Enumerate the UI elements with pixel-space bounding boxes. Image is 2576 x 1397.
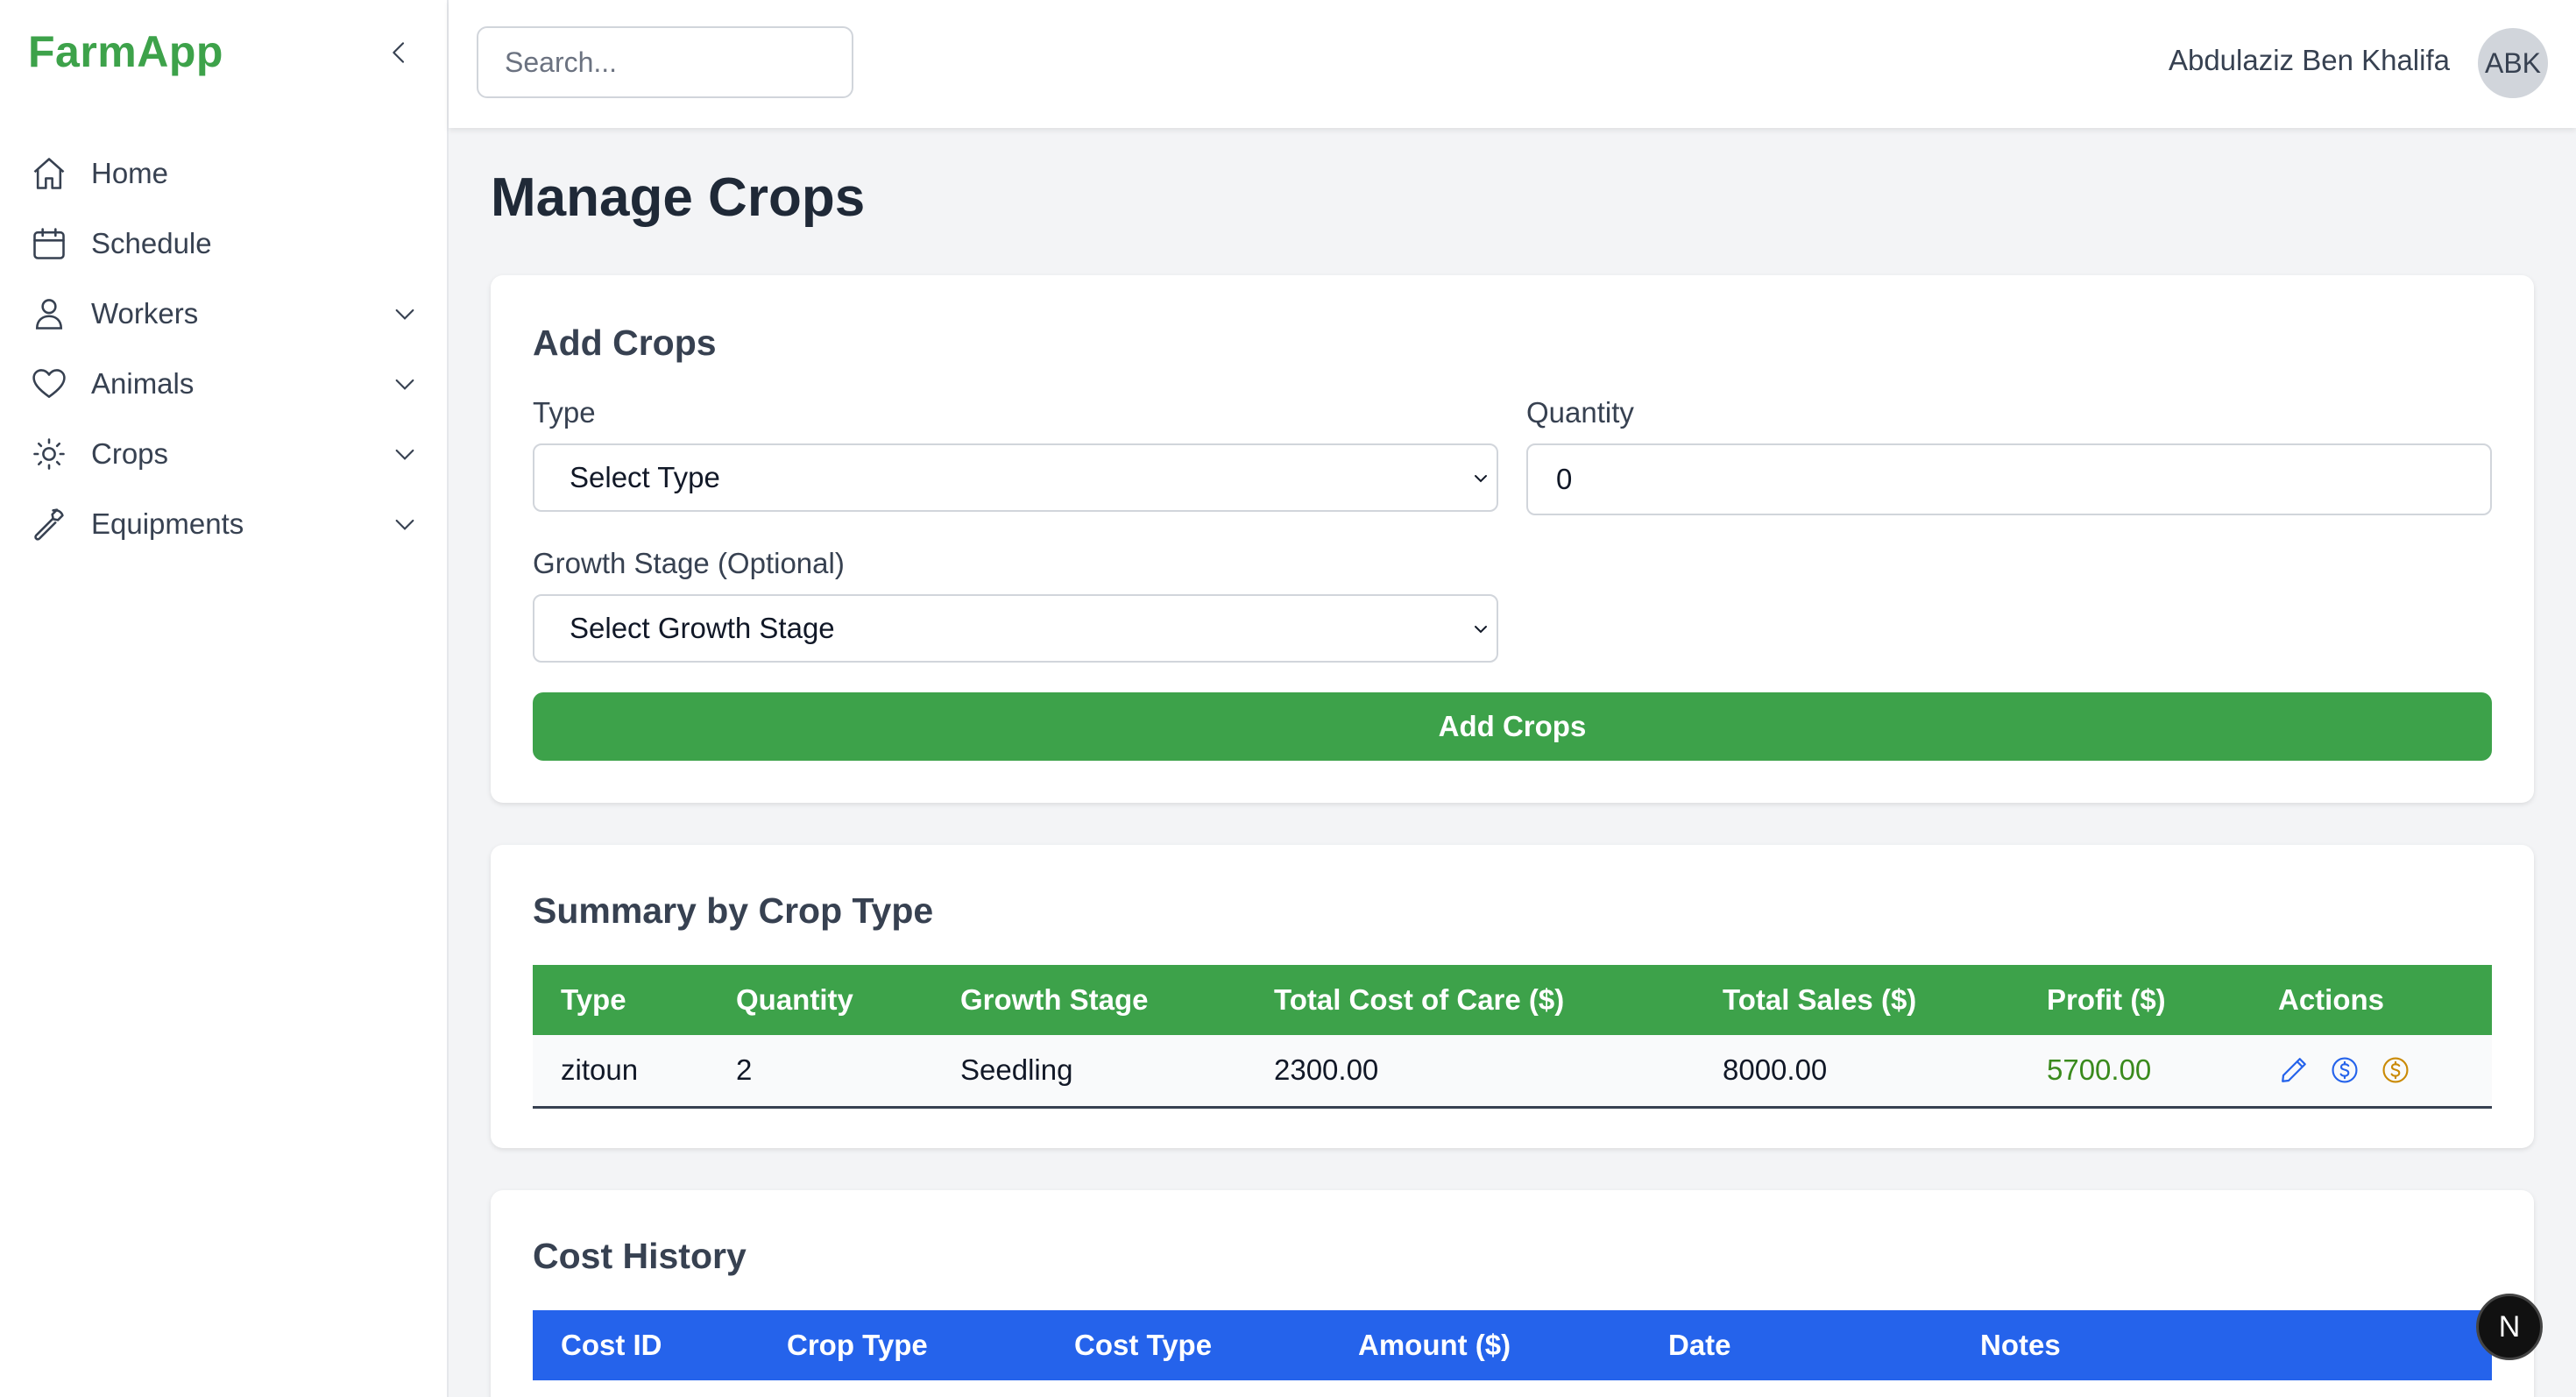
type-label: Type bbox=[533, 396, 596, 429]
sidebar-item-label: Schedule bbox=[91, 227, 212, 259]
dollar-circle-icon bbox=[2332, 1057, 2358, 1083]
sidebar-item-label: Animals bbox=[91, 367, 195, 400]
sidebar-item-label: Equipments bbox=[91, 507, 244, 540]
avatar[interactable]: ABK bbox=[2478, 28, 2548, 98]
cell-quantity: 2 bbox=[736, 1053, 753, 1087]
chevron-down-icon bbox=[1475, 626, 1487, 634]
page-title: Manage Crops bbox=[491, 167, 866, 228]
summary-card: Summary by Crop Type Type Quantity Growt… bbox=[491, 845, 2534, 1148]
column-header: Date bbox=[1668, 1329, 1731, 1361]
cost-history-card: Cost History Cost ID Crop Type Cost Type… bbox=[491, 1190, 2534, 1397]
add-crops-title: Add Crops bbox=[533, 323, 717, 363]
wrench-icon bbox=[28, 503, 70, 545]
cost-history-header-row: Cost ID Crop Type Cost Type Amount ($) D… bbox=[533, 1310, 2492, 1380]
growth-stage-select[interactable]: Select Growth Stage bbox=[533, 594, 1498, 663]
column-header: Quantity bbox=[736, 983, 853, 1016]
chevron-down-icon bbox=[395, 449, 414, 460]
summary-table: Type Quantity Growth Stage Total Cost of… bbox=[533, 965, 2492, 1109]
cell-total-cost: 2300.00 bbox=[1274, 1053, 1379, 1087]
quantity-label: Quantity bbox=[1526, 396, 1634, 429]
type-select[interactable]: Select Type bbox=[533, 443, 1498, 512]
calendar-icon bbox=[28, 223, 70, 265]
brand-logo[interactable]: FarmApp bbox=[28, 26, 223, 77]
column-header: Amount ($) bbox=[1358, 1329, 1511, 1361]
column-header: Actions bbox=[2278, 983, 2385, 1016]
home-icon bbox=[28, 152, 70, 195]
sidebar-item-home[interactable]: Home bbox=[0, 138, 447, 209]
column-header: Total Cost of Care ($) bbox=[1274, 983, 1565, 1016]
sidebar-item-label: Workers bbox=[91, 297, 199, 330]
column-header: Crop Type bbox=[787, 1329, 928, 1361]
sidebar-item-equipments[interactable]: Equipments bbox=[0, 489, 447, 559]
sidebar-item-animals[interactable]: Animals bbox=[0, 349, 447, 419]
heart-icon bbox=[28, 363, 70, 405]
column-header: Cost ID bbox=[561, 1329, 662, 1361]
cost-history-title: Cost History bbox=[533, 1236, 747, 1276]
sidebar-nav: Home Schedule Workers Animals Crops Equi… bbox=[0, 138, 447, 559]
add-crops-card: Add Crops Type Select Type Quantity Grow… bbox=[491, 275, 2534, 803]
column-header: Notes bbox=[1980, 1329, 2061, 1361]
cell-actions bbox=[2250, 1035, 2492, 1107]
pencil-icon bbox=[2282, 1058, 2306, 1083]
column-header: Profit ($) bbox=[2047, 983, 2166, 1016]
growth-stage-select-value: Select Growth Stage bbox=[570, 612, 835, 644]
summary-title: Summary by Crop Type bbox=[533, 890, 934, 931]
dollar-circle-icon bbox=[2382, 1057, 2409, 1083]
chevron-down-icon bbox=[395, 519, 414, 530]
quantity-input[interactable] bbox=[1526, 443, 2492, 515]
column-header: Growth Stage bbox=[960, 983, 1149, 1016]
chevron-down-icon bbox=[1475, 475, 1487, 483]
cell-growth-stage: Seedling bbox=[960, 1053, 1073, 1087]
dev-tools-badge[interactable]: N bbox=[2476, 1294, 2543, 1360]
sun-icon bbox=[28, 433, 70, 475]
search-input[interactable] bbox=[477, 26, 853, 98]
add-crops-button[interactable]: Add Crops bbox=[533, 692, 2492, 761]
top-header: Abdulaziz Ben Khalifa ABK bbox=[449, 0, 2576, 128]
chevron-down-icon bbox=[395, 379, 414, 390]
summary-header-row: Type Quantity Growth Stage Total Cost of… bbox=[533, 965, 2492, 1035]
column-header: Type bbox=[561, 983, 626, 1016]
cost-history-table: Cost ID Crop Type Cost Type Amount ($) D… bbox=[533, 1310, 2492, 1380]
sidebar-item-label: Crops bbox=[91, 437, 169, 470]
sidebar-item-label: Home bbox=[91, 157, 169, 189]
column-header: Total Sales ($) bbox=[1723, 983, 1917, 1016]
cell-total-sales: 8000.00 bbox=[1723, 1053, 1828, 1087]
growth-stage-label: Growth Stage (Optional) bbox=[533, 547, 845, 579]
edit-button[interactable] bbox=[2278, 1054, 2310, 1086]
cell-profit: 5700.00 bbox=[2047, 1053, 2152, 1087]
sidebar-item-schedule[interactable]: Schedule bbox=[0, 209, 447, 279]
add-cost-button[interactable] bbox=[2329, 1054, 2360, 1086]
add-sale-button[interactable] bbox=[2380, 1054, 2411, 1086]
cell-type: zitoun bbox=[561, 1053, 639, 1087]
column-header: Cost Type bbox=[1074, 1329, 1213, 1361]
sidebar-item-crops[interactable]: Crops bbox=[0, 419, 447, 489]
type-select-value: Select Type bbox=[570, 461, 720, 493]
user-name: Abdulaziz Ben Khalifa bbox=[2168, 44, 2450, 76]
chevron-down-icon bbox=[395, 308, 414, 320]
table-row: zitoun 2 Seedling 2300.00 8000.00 5700.0… bbox=[533, 1035, 2492, 1107]
user-icon bbox=[28, 293, 70, 335]
chevron-left-icon bbox=[393, 42, 405, 63]
sidebar-item-workers[interactable]: Workers bbox=[0, 279, 447, 349]
collapse-sidebar-button[interactable] bbox=[379, 32, 421, 74]
sidebar: FarmApp Home Schedule Workers Animals Cr… bbox=[0, 0, 449, 1397]
